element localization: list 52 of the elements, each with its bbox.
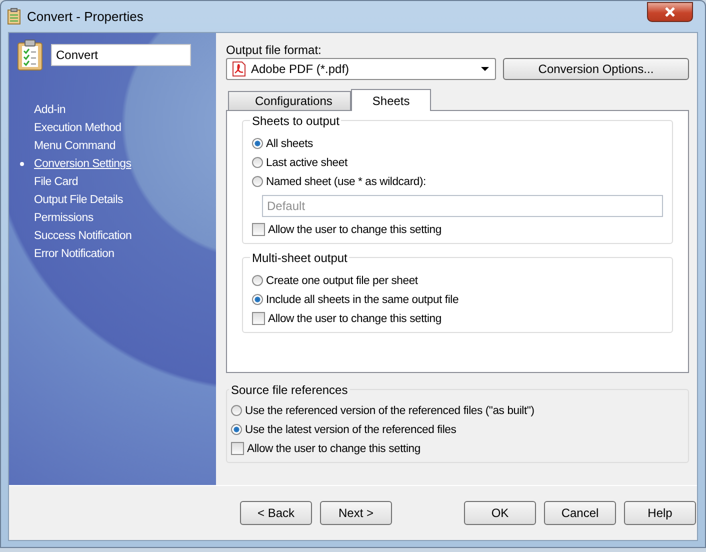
tab[interactable]: Configurations <box>228 91 352 110</box>
radio-button[interactable] <box>231 424 242 435</box>
checkbox[interactable] <box>252 312 265 325</box>
dialog-button[interactable]: < Back <box>240 501 312 525</box>
checkbox-label: Allow the user to change this setting <box>247 442 420 454</box>
radio-button[interactable] <box>252 138 263 149</box>
radio-button[interactable] <box>252 275 263 286</box>
radio-button[interactable] <box>231 405 242 416</box>
sheet-name-field[interactable]: Default <box>262 195 663 217</box>
output-format-label: Output file format: <box>226 43 322 57</box>
option-label: Create one output file per sheet <box>266 274 418 286</box>
dialog-button[interactable]: OK <box>464 501 536 525</box>
option-label: Last active sheet <box>266 156 348 168</box>
dialog-button[interactable]: Cancel <box>544 501 616 525</box>
radio-button[interactable] <box>252 294 263 305</box>
dialog-button[interactable]: Help <box>624 501 696 525</box>
sidebar-item[interactable]: Conversion Settings <box>34 158 132 170</box>
pdf-icon <box>231 61 247 77</box>
sidebar-item[interactable]: Error Notification <box>34 248 114 260</box>
conversion-options-button[interactable]: Conversion Options... <box>503 58 689 80</box>
name-field[interactable]: Convert <box>51 44 191 66</box>
checkbox[interactable] <box>252 223 265 236</box>
group-title: Sheets to output <box>250 114 342 128</box>
sidebar-item[interactable]: Execution Method <box>34 122 122 134</box>
close-button[interactable] <box>647 2 693 22</box>
checkbox-label: Allow the user to change this setting <box>268 312 442 324</box>
dialog-button[interactable]: Next > <box>320 501 392 525</box>
sidebar-item[interactable]: Add-in <box>34 104 66 116</box>
radio-button[interactable] <box>252 176 263 187</box>
sidebar-item[interactable]: Output File Details <box>34 194 123 206</box>
checkbox-label: Allow the user to change this setting <box>268 224 442 236</box>
option-label: Include all sheets in the same output file <box>266 294 459 306</box>
format-dropdown[interactable]: Adobe PDF (*.pdf) <box>226 58 496 80</box>
clipboard-icon <box>7 8 21 25</box>
group-title: Source file references <box>229 383 350 397</box>
option-label: Named sheet (use * as wildcard): <box>266 176 426 188</box>
radio-button[interactable] <box>252 157 263 168</box>
sidebar-item[interactable]: File Card <box>34 176 78 188</box>
option-label: Use the referenced version of the referenced files ("as built") <box>245 404 534 416</box>
dropdown-arrow-icon <box>481 67 489 71</box>
checkbox[interactable] <box>231 442 244 455</box>
selected-bullet-icon <box>20 162 24 166</box>
close-icon <box>663 6 677 18</box>
group-title: Multi-sheet output <box>250 251 350 265</box>
clipboard-icon <box>17 39 43 71</box>
sidebar-item[interactable]: Success Notification <box>34 230 132 242</box>
tab[interactable]: Sheets <box>351 89 431 111</box>
sidebar-item[interactable]: Menu Command <box>34 140 116 152</box>
sidebar-item[interactable]: Permissions <box>34 212 94 224</box>
option-label: All sheets <box>266 138 313 150</box>
window-title: Convert - Properties <box>27 9 144 24</box>
option-label: Use the latest version of the referenced files <box>245 424 456 436</box>
